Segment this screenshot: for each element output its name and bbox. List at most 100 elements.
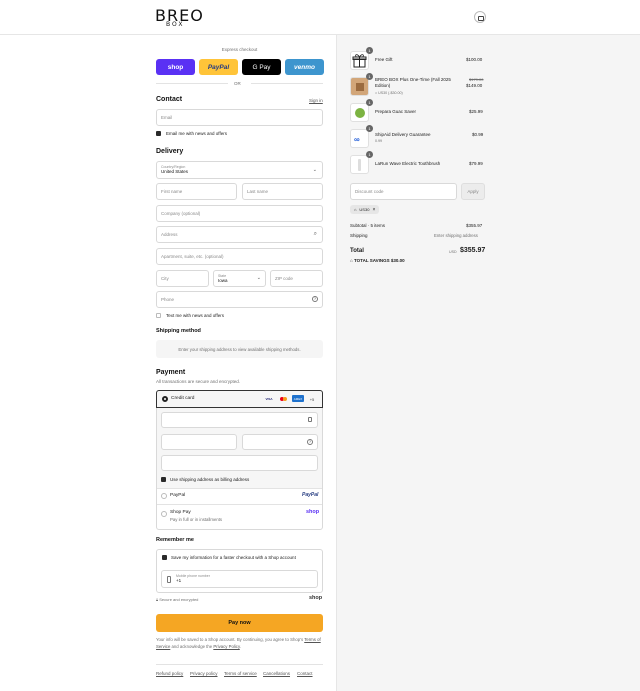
close-icon[interactable]: × xyxy=(372,207,375,213)
logo-sub[interactable]: BOX xyxy=(166,21,184,28)
shop-pay-express-button[interactable]: shop xyxy=(156,59,195,75)
delivery-title: Delivery xyxy=(156,148,184,155)
google-pay-express-button[interactable]: G Pay xyxy=(242,59,281,75)
refund-policy-link[interactable]: Refund policy xyxy=(156,671,183,676)
item-price: $100.00 xyxy=(466,57,483,62)
apartment-input[interactable]: Apartment, suite, etc. (optional) xyxy=(156,248,323,265)
zip-input[interactable]: ZIP code xyxy=(270,270,323,287)
privacy-policy-link[interactable]: Privacy Policy xyxy=(213,644,239,649)
item-discount-text: US30 (-$30.00) xyxy=(378,91,403,95)
breo-box-thumbnail xyxy=(350,77,369,96)
disclaimer-and: and acknowledge the xyxy=(170,643,214,649)
item-quantity-badge: 1 xyxy=(366,151,373,158)
security-code-input[interactable]: ? xyxy=(242,434,318,450)
last-name-input[interactable]: Last name xyxy=(242,183,323,200)
save-info-checkbox[interactable] xyxy=(162,555,167,560)
item-old-price: $179.00 xyxy=(469,77,484,82)
paypal-radio[interactable] xyxy=(161,493,167,499)
divider-left xyxy=(156,83,228,84)
paypal-option-label[interactable]: PayPal xyxy=(170,493,185,498)
name-on-card-input[interactable] xyxy=(161,455,318,471)
city-input[interactable]: City xyxy=(156,270,209,287)
state-select[interactable]: State Iowa ⌄ xyxy=(213,270,266,287)
email-news-checkbox[interactable] xyxy=(156,131,161,136)
pay-now-button[interactable]: Pay now xyxy=(156,614,323,632)
contact-link[interactable]: Contact xyxy=(297,671,313,676)
footer-divider xyxy=(156,664,323,665)
total-label: Total xyxy=(350,248,364,254)
help-icon[interactable]: ? xyxy=(312,296,318,302)
chevron-down-icon: ⌄ xyxy=(256,275,261,281)
company-input[interactable]: Company (optional) xyxy=(156,205,323,222)
paypal-label: PayPal xyxy=(207,63,230,71)
item-variant: 0.99 xyxy=(375,139,382,143)
toothbrush-thumbnail xyxy=(350,155,369,174)
text-news-label: Text me with news and offers xyxy=(166,313,224,318)
discount-tag-code: US30 xyxy=(359,207,370,212)
disclaimer-period: . xyxy=(239,643,241,649)
credit-card-radio[interactable] xyxy=(162,396,168,402)
city-placeholder: City xyxy=(161,276,169,281)
shipping-method-note: Enter your shipping address to view avai… xyxy=(156,340,323,358)
phone-input[interactable]: Phone ? xyxy=(156,291,323,308)
total-savings: ⌂ TOTAL SAVINGS $30.00 xyxy=(350,258,405,263)
item-quantity-badge: 1 xyxy=(366,73,373,80)
shop-pay-label: shop xyxy=(167,63,184,71)
company-placeholder: Company (optional) xyxy=(161,211,201,216)
text-news-checkbox[interactable] xyxy=(156,313,161,318)
item-price: $25.99 xyxy=(469,109,483,114)
cancellations-link[interactable]: Cancellations xyxy=(263,671,290,676)
search-icon: ⌕ xyxy=(313,231,317,237)
shop-pay-subtitle: Pay in full or in installments xyxy=(170,517,223,522)
billing-same-checkbox[interactable] xyxy=(161,477,166,482)
shipaid-thumbnail: ∞ xyxy=(350,129,369,148)
credit-card-option[interactable]: Credit card VISA AMEX +5 xyxy=(156,390,323,408)
contact-title: Contact xyxy=(156,96,183,103)
billing-same-label: Use shipping address as billing address xyxy=(170,477,250,482)
shipaid-logo-icon: ∞ xyxy=(354,135,360,144)
shop-pay-radio[interactable] xyxy=(161,511,167,517)
discount-tag: ⌂ US30 × xyxy=(350,205,380,214)
remember-me-title: Remember me xyxy=(156,537,194,543)
shopping-bag-icon[interactable] xyxy=(474,11,486,23)
privacy-policy-footer-link[interactable]: Privacy policy xyxy=(190,671,218,676)
apply-button[interactable]: Apply xyxy=(461,183,485,200)
or-divider-label: OR xyxy=(234,81,241,86)
divider-right xyxy=(251,83,323,84)
expiration-input[interactable] xyxy=(161,434,237,450)
card-number-input[interactable] xyxy=(161,412,318,428)
first-name-input[interactable]: First name xyxy=(156,183,237,200)
chevron-down-icon: ⌄ xyxy=(312,167,317,173)
express-checkout-title: Express checkout xyxy=(221,47,258,52)
first-name-placeholder: First name xyxy=(161,189,183,194)
help-icon[interactable]: ? xyxy=(307,439,313,445)
shop-pay-option-label[interactable]: Shop Pay xyxy=(170,510,191,515)
venmo-express-button[interactable]: venmo xyxy=(285,59,324,75)
paypal-logo: PayPal xyxy=(302,492,319,498)
secure-label: 🔒︎ Secure and encrypted xyxy=(156,597,198,602)
shipping-value: Enter shipping address xyxy=(434,233,478,238)
sign-in-link[interactable]: Sign in xyxy=(309,98,323,103)
disclaimer-text: Your info will be saved to a Shop accoun… xyxy=(156,637,304,642)
credit-card-label: Credit card xyxy=(171,396,195,401)
subtotal-label: Subtotal · 5 items xyxy=(350,223,386,228)
terms-of-service-footer-link[interactable]: Terms of service xyxy=(224,671,257,676)
item-name: Free Gift xyxy=(375,57,393,62)
item-price: $79.99 xyxy=(469,161,483,166)
address-input[interactable]: Address ⌕ xyxy=(156,226,323,243)
apartment-placeholder: Apartment, suite, etc. (optional) xyxy=(161,254,224,259)
country-select[interactable]: Country/Region United States ⌄ xyxy=(156,161,323,179)
mobile-phone-input[interactable]: Mobile phone number +1 xyxy=(161,570,318,588)
item-price: $0.99 xyxy=(472,132,484,137)
address-placeholder: Address xyxy=(161,232,178,237)
shipping-label: Shipping xyxy=(350,233,368,238)
header: BREO BOX xyxy=(0,0,640,35)
tag-icon: ⌂ xyxy=(354,207,357,212)
mobile-phone-icon xyxy=(167,576,171,583)
email-input[interactable]: Email xyxy=(156,109,323,126)
paypal-express-button[interactable]: PayPal xyxy=(199,59,238,75)
shipping-method-title: Shipping method xyxy=(156,328,201,334)
item-quantity-badge: 1 xyxy=(366,99,373,106)
discount-code-input[interactable]: Discount code xyxy=(350,183,457,200)
shop-logo: shop xyxy=(309,595,323,601)
